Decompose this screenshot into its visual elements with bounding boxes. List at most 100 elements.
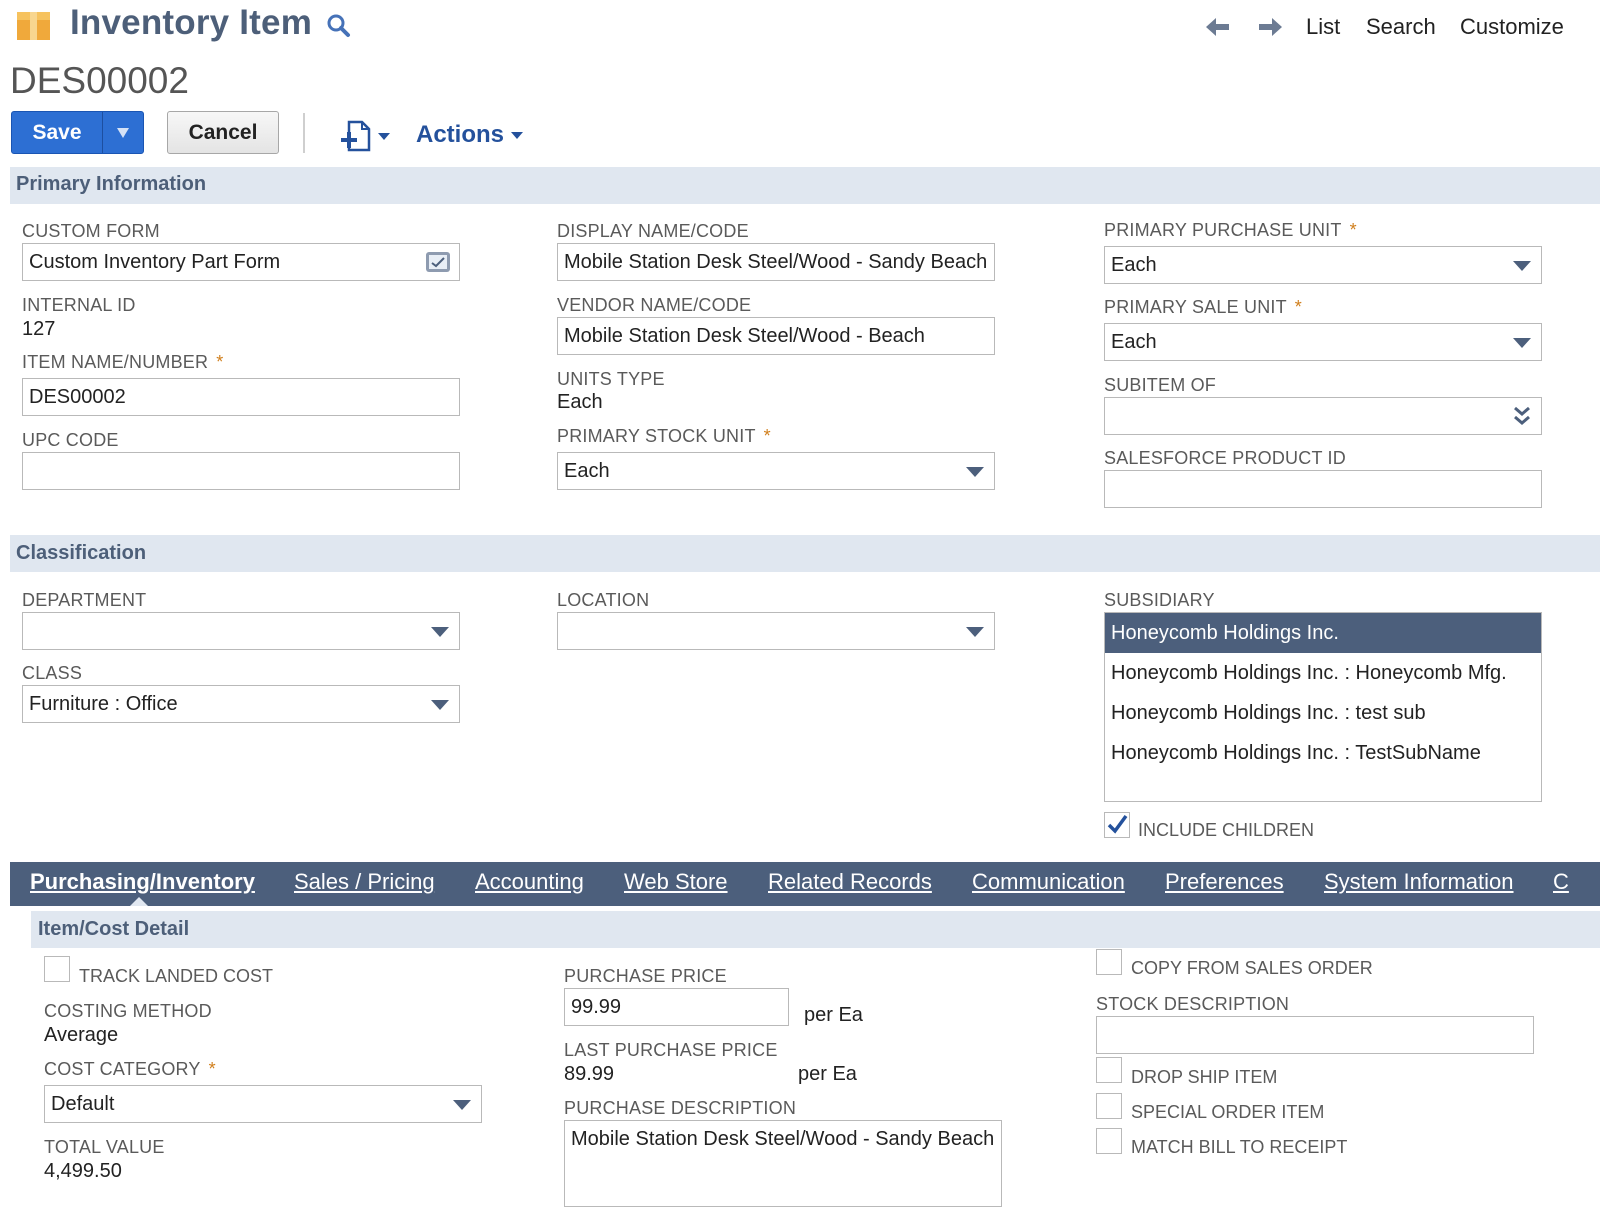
primary-sale-unit-select[interactable]: Each: [1104, 323, 1542, 361]
search-link[interactable]: Search: [1366, 14, 1436, 40]
department-label: DEPARTMENT: [22, 590, 147, 610]
dropdown-arrow-icon: [1513, 261, 1531, 271]
dropdown-arrow-icon: [117, 127, 129, 138]
subsidiary-option[interactable]: Honeycomb Holdings Inc. : TestSubName: [1105, 733, 1541, 773]
dropdown-arrow-icon: [966, 627, 984, 637]
units-type-value: Each: [557, 391, 603, 413]
last-purchase-price-unit: per Ea: [798, 1063, 857, 1085]
track-landed-cost-label: TRACK LANDED COST: [79, 966, 274, 986]
dropdown-arrow-icon: [511, 132, 524, 139]
new-record-icon[interactable]: [340, 120, 392, 152]
custom-form-select[interactable]: Custom Inventory Part Form: [22, 243, 460, 281]
dropdown-arrow-icon: [966, 467, 984, 477]
list-icon[interactable]: [425, 251, 451, 273]
required-marker: *: [763, 426, 771, 446]
tab-preferences[interactable]: Preferences: [1165, 869, 1284, 895]
primary-stock-unit-value: Each: [564, 459, 610, 482]
last-purchase-price-label: LAST PURCHASE PRICE: [564, 1040, 778, 1060]
tab-purchasing-inventory[interactable]: Purchasing/Inventory: [30, 869, 255, 895]
include-children-checkbox[interactable]: [1104, 812, 1130, 838]
actions-menu[interactable]: Actions: [416, 121, 524, 149]
tab-related-records[interactable]: Related Records: [768, 869, 932, 895]
tab-system-information[interactable]: System Information: [1324, 869, 1514, 895]
record-id: DES00002: [10, 60, 189, 101]
customize-link[interactable]: Customize: [1460, 14, 1564, 40]
primary-info-bar[interactable]: [10, 167, 1600, 204]
total-value-value: 4,499.50: [44, 1160, 122, 1182]
tab-web-store[interactable]: Web Store: [624, 869, 728, 895]
page-title: Inventory Item: [70, 3, 313, 42]
purchase-description-textarea[interactable]: Mobile Station Desk Steel/Wood - Sandy B…: [564, 1120, 1002, 1207]
subitem-of-select[interactable]: [1104, 397, 1542, 435]
internal-id-label: INTERNAL ID: [22, 295, 136, 315]
forward-arrow-icon[interactable]: [1254, 12, 1286, 42]
purchase-price-input[interactable]: 99.99: [564, 988, 789, 1026]
total-value-label: TOTAL VALUE: [44, 1137, 165, 1157]
costing-method-label: COSTING METHOD: [44, 1001, 212, 1021]
item-name-input[interactable]: DES00002: [22, 378, 460, 416]
vendor-name-input[interactable]: Mobile Station Desk Steel/Wood - Beach: [557, 317, 995, 355]
display-name-input[interactable]: Mobile Station Desk Steel/Wood - Sandy B…: [557, 243, 995, 281]
cost-category-value: Default: [51, 1092, 115, 1115]
vendor-name-label: VENDOR NAME/CODE: [557, 295, 752, 315]
subsidiary-option[interactable]: Honeycomb Holdings Inc. : test sub: [1105, 693, 1541, 733]
purchase-description-label: PURCHASE DESCRIPTION: [564, 1098, 797, 1118]
required-marker: *: [208, 1059, 216, 1079]
classification-bar[interactable]: [10, 535, 1600, 572]
upc-code-input[interactable]: [22, 452, 460, 490]
cost-category-label: COST CATEGORY *: [44, 1059, 216, 1079]
item-cost-detail-bar[interactable]: [31, 911, 1600, 948]
required-marker: *: [1294, 297, 1303, 317]
display-name-label: DISPLAY NAME/CODE: [557, 221, 749, 241]
subitem-of-label: SUBITEM OF: [1104, 375, 1217, 395]
double-chevron-icon[interactable]: [1511, 405, 1533, 429]
stock-description-input[interactable]: [1096, 1016, 1534, 1054]
toolbar-divider: [303, 113, 305, 153]
track-landed-cost-checkbox[interactable]: [44, 956, 70, 982]
primary-stock-unit-select[interactable]: Each: [557, 452, 995, 490]
salesforce-id-input[interactable]: [1104, 470, 1542, 508]
item-cost-detail-title: Item/Cost Detail: [38, 918, 190, 940]
salesforce-id-label: SALESFORCE PRODUCT ID: [1104, 448, 1346, 468]
dropdown-arrow-icon: [431, 700, 449, 710]
location-select[interactable]: [557, 612, 995, 650]
class-select[interactable]: Furniture : Office: [22, 685, 460, 723]
special-order-item-label: SPECIAL ORDER ITEM: [1131, 1102, 1325, 1122]
special-order-item-checkbox[interactable]: [1096, 1093, 1122, 1119]
drop-ship-item-checkbox[interactable]: [1096, 1057, 1122, 1083]
dropdown-arrow-icon: [431, 627, 449, 637]
cancel-button[interactable]: Cancel: [167, 111, 279, 154]
subsidiary-option[interactable]: Honeycomb Holdings Inc. : Honeycomb Mfg.: [1105, 653, 1541, 693]
save-button[interactable]: Save: [12, 112, 102, 153]
tab-sales-pricing[interactable]: Sales / Pricing: [294, 869, 435, 895]
subsidiary-option[interactable]: Honeycomb Holdings Inc.: [1105, 613, 1541, 653]
copy-from-sales-order-checkbox[interactable]: [1096, 949, 1122, 975]
department-select[interactable]: [22, 612, 460, 650]
search-icon[interactable]: [325, 12, 353, 40]
subsidiary-multiselect[interactable]: Honeycomb Holdings Inc. Honeycomb Holdin…: [1104, 612, 1542, 802]
subsidiary-label: SUBSIDIARY: [1104, 590, 1215, 610]
tab-overflow[interactable]: C: [1553, 869, 1569, 895]
list-link[interactable]: List: [1306, 14, 1340, 40]
back-arrow-icon[interactable]: [1202, 12, 1234, 42]
purchase-price-label: PURCHASE PRICE: [564, 966, 727, 986]
cost-category-select[interactable]: Default: [44, 1085, 482, 1123]
tab-communication[interactable]: Communication: [972, 869, 1125, 895]
item-name-label: ITEM NAME/NUMBER *: [22, 352, 224, 372]
stock-description-label: STOCK DESCRIPTION: [1096, 994, 1290, 1014]
match-bill-to-receipt-checkbox[interactable]: [1096, 1128, 1122, 1154]
include-children-label: INCLUDE CHILDREN: [1138, 820, 1315, 840]
save-options-dropdown[interactable]: [103, 112, 143, 153]
upc-code-label: UPC CODE: [22, 430, 119, 450]
dropdown-arrow-icon: [1513, 338, 1531, 348]
primary-purchase-unit-value: Each: [1111, 253, 1157, 276]
costing-method-value: Average: [44, 1024, 119, 1046]
class-value: Furniture : Office: [29, 692, 178, 715]
checkmark-icon: [1107, 814, 1128, 834]
dropdown-arrow-icon: [453, 1100, 471, 1110]
primary-purchase-unit-label: PRIMARY PURCHASE UNIT *: [1104, 220, 1357, 240]
tab-accounting[interactable]: Accounting: [475, 869, 584, 895]
primary-purchase-unit-select[interactable]: Each: [1104, 246, 1542, 284]
purchase-price-unit: per Ea: [804, 1004, 863, 1026]
last-purchase-price-value: 89.99: [564, 1063, 615, 1085]
